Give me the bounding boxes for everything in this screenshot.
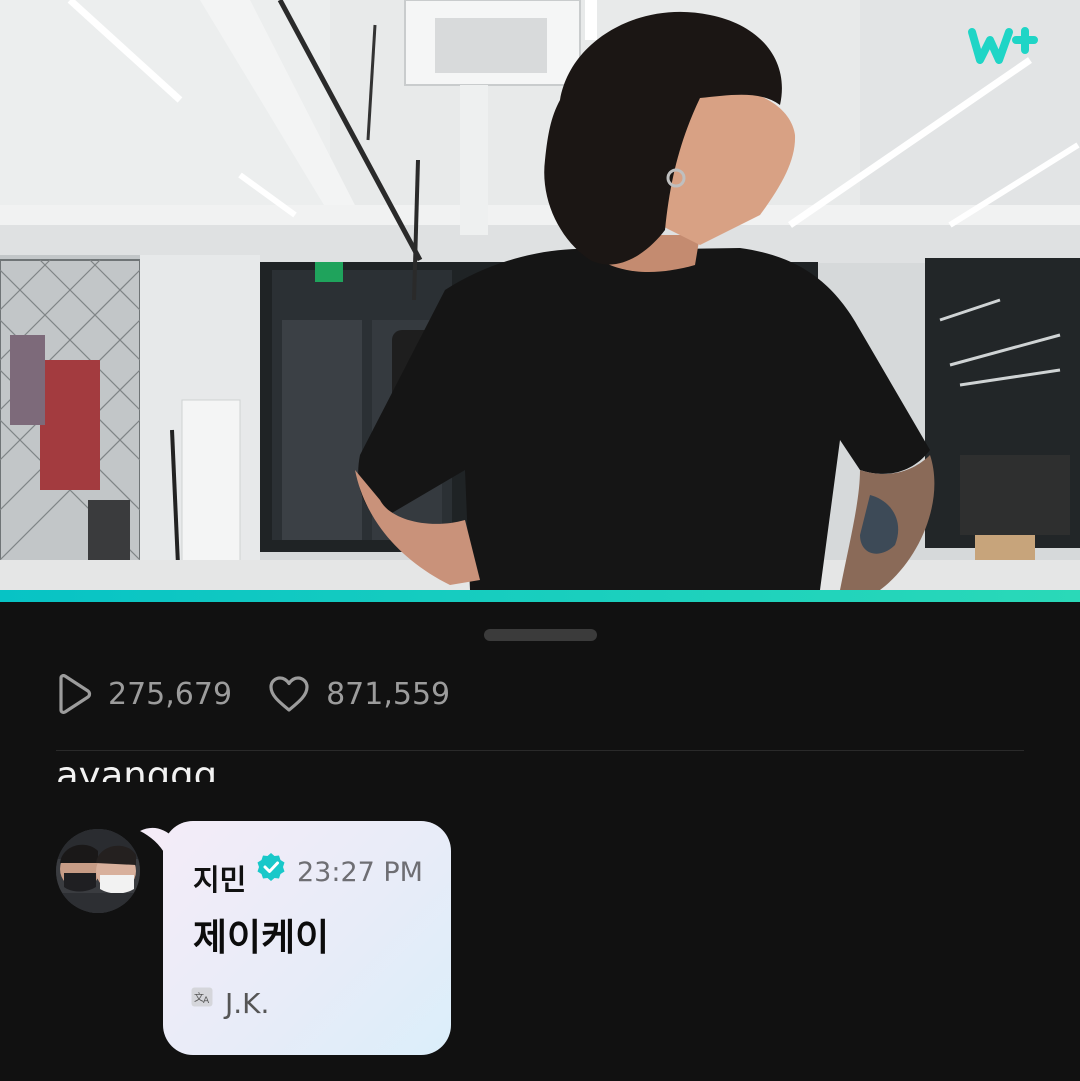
stats-divider [56,750,1024,751]
comment-bubble[interactable]: 지민 23:27 PM 제이케이 文 A J.K. [163,821,451,1055]
like-count-value: 871,559 [326,676,451,712]
comment-time: 23:27 PM [297,857,423,888]
comment-author[interactable]: 지민 [193,857,246,899]
heart-outline-icon[interactable] [268,675,310,713]
stats-row: 275,679 871,559 [56,668,486,720]
avatar[interactable] [56,829,140,913]
comment-translation: J.K. [225,987,270,1020]
play-outline-icon [59,674,92,714]
previous-comment: ayanggg [56,730,1016,782]
video-player[interactable] [0,0,1080,590]
video-frame [0,0,1080,590]
sheet-drag-handle[interactable] [484,629,597,641]
previous-comment-text: ayanggg [56,754,218,782]
verified-badge-icon [257,853,285,881]
weverse-logo[interactable] [966,18,1046,74]
play-count: 275,679 [56,674,232,714]
like-count[interactable]: 871,559 [268,675,450,713]
comment-message: 제이케이 [193,916,330,959]
translate-icon[interactable]: 文 A [191,987,213,1007]
live-replay-screen: 275,679 871,559 ayanggg 지민 23:27 PM 제이케이… [0,0,1080,1081]
play-count-value: 275,679 [108,676,233,712]
svg-text:A: A [203,996,210,1006]
avatar-photo [56,829,140,913]
video-progress-bar[interactable] [0,590,1080,602]
